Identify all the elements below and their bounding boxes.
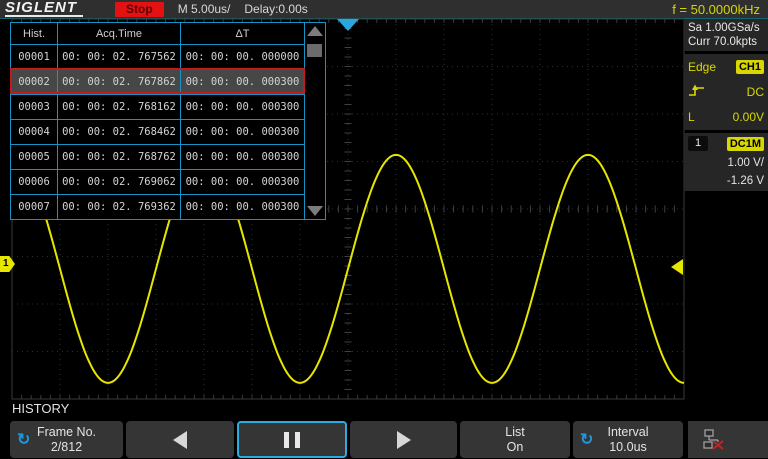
table-cell-acq-row5[interactable]: 00: 00: 02. 768762: [58, 145, 180, 169]
table-header-0: Hist.: [11, 23, 57, 44]
table-header-1: Acq.Time: [58, 23, 180, 44]
menu-section-title: HISTORY: [12, 401, 69, 416]
trigger-source-badge: CH1: [736, 60, 764, 74]
interval-label: Interval: [608, 425, 649, 440]
table-cell-dt-row1[interactable]: 00: 00: 00. 000000: [181, 45, 304, 69]
right-sidebar: Sa 1.00GSa/s Curr 70.0kpts Edge CH1 DC L…: [684, 19, 768, 191]
table-cell-hist-row4[interactable]: 00004: [11, 120, 57, 144]
trigger-mode-label: Edge: [688, 60, 716, 74]
table-cell-hist-row7[interactable]: 00007: [11, 195, 57, 219]
table-cell-hist-row5[interactable]: 00005: [11, 145, 57, 169]
frame-number-button[interactable]: ↻ Frame No. 2/812: [10, 421, 123, 458]
channel-coupling-badge: DC1M: [727, 137, 764, 151]
table-cell-acq-row2[interactable]: 00: 00: 02. 767862: [58, 70, 180, 94]
play-forward-icon: [397, 431, 411, 449]
rising-edge-icon: [688, 83, 706, 101]
list-label: List: [505, 425, 524, 440]
trigger-coupling-readout: DC: [747, 85, 764, 99]
table-cell-hist-row6[interactable]: 00006: [11, 170, 57, 194]
rotate-knob-icon: ↻: [580, 432, 593, 447]
table-header-2: ΔT: [181, 23, 304, 44]
play-forward-button[interactable]: [350, 421, 457, 458]
play-backward-button[interactable]: [126, 421, 234, 458]
trigger-level-marker[interactable]: [671, 259, 683, 275]
scroll-up-icon[interactable]: [307, 26, 323, 36]
channel-offset-readout: -1.26 V: [688, 175, 764, 188]
oscilloscope-screen: SIGLENT Stop M 5.00us/ Delay:0.00s f = 5…: [0, 0, 768, 459]
scroll-down-icon[interactable]: [307, 206, 323, 216]
table-cell-hist-row1[interactable]: 00001: [11, 45, 57, 69]
sample-rate-readout: Sa 1.00GSa/s: [688, 21, 764, 35]
interval-button[interactable]: ↻ Interval 10.0us: [573, 421, 683, 458]
table-cell-acq-row6[interactable]: 00: 00: 02. 769062: [58, 170, 180, 194]
frame-number-label: Frame No.: [37, 425, 96, 440]
table-cell-acq-row7[interactable]: 00: 00: 02. 769362: [58, 195, 180, 219]
trigger-level-label: L: [688, 110, 695, 124]
pause-icon: [284, 432, 300, 448]
scroll-thumb[interactable]: [307, 44, 322, 57]
table-cell-dt-row6[interactable]: 00: 00: 00. 000300: [181, 170, 304, 194]
table-cell-hist-row3[interactable]: 00003: [11, 95, 57, 119]
list-toggle-button[interactable]: List On: [460, 421, 570, 458]
trigger-level-readout: 0.00V: [733, 110, 764, 124]
interval-value: 10.0us: [609, 440, 647, 455]
table-cell-dt-row2[interactable]: 00: 00: 00. 000300: [181, 70, 304, 94]
history-list-table: Hist.Acq.TimeΔT0000100: 00: 02. 76756200…: [10, 22, 326, 220]
soft-menu-bar: ↻ Frame No. 2/812 List On ↻ Interval 10.…: [0, 420, 768, 459]
trigger-info-box: Edge CH1 DC L 0.00V: [684, 54, 768, 130]
rotate-knob-icon: ↻: [17, 432, 30, 447]
table-cell-dt-row3[interactable]: 00: 00: 00. 000300: [181, 95, 304, 119]
frame-number-value: 2/812: [51, 440, 82, 455]
lan-status-box: [688, 421, 768, 458]
table-cell-hist-row2[interactable]: 00002: [11, 70, 57, 94]
channel-number-chip: 1: [688, 136, 708, 151]
table-cell-dt-row7[interactable]: 00: 00: 00. 000300: [181, 195, 304, 219]
table-scrollbar[interactable]: [305, 23, 325, 219]
channel-scale-readout: 1.00 V/: [688, 157, 764, 170]
trigger-position-marker[interactable]: [337, 19, 359, 31]
pause-button[interactable]: [237, 421, 347, 458]
acquisition-info-box: Sa 1.00GSa/s Curr 70.0kpts: [684, 19, 768, 51]
table-cell-acq-row4[interactable]: 00: 00: 02. 768462: [58, 120, 180, 144]
table-cell-dt-row5[interactable]: 00: 00: 00. 000300: [181, 145, 304, 169]
table-cell-acq-row3[interactable]: 00: 00: 02. 768162: [58, 95, 180, 119]
network-disconnected-icon: [703, 429, 725, 450]
play-backward-icon: [173, 431, 187, 449]
table-cell-acq-row1[interactable]: 00: 00: 02. 767562: [58, 45, 180, 69]
list-value: On: [507, 440, 524, 455]
memory-depth-readout: Curr 70.0kpts: [688, 35, 764, 49]
channel1-info-box[interactable]: 1 DC1M 1.00 V/ -1.26 V: [684, 133, 768, 191]
table-cell-dt-row4[interactable]: 00: 00: 00. 000300: [181, 120, 304, 144]
